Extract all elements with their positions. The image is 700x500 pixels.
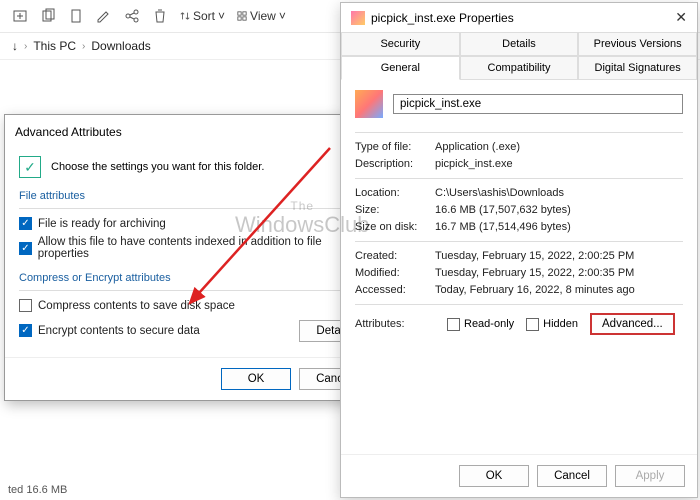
apply-button[interactable]: Apply bbox=[615, 465, 685, 487]
checkbox-readonly-label: Read-only bbox=[464, 318, 514, 330]
file-icon bbox=[355, 90, 383, 118]
ok-button[interactable]: OK bbox=[221, 368, 291, 390]
dialog-title: picpick_inst.exe Properties bbox=[371, 11, 514, 25]
chevron-down-icon: ˅ bbox=[279, 9, 286, 23]
label-description: Description: bbox=[355, 158, 435, 170]
checkbox-hidden-label: Hidden bbox=[543, 318, 578, 330]
value-size: 16.6 MB (17,507,632 bytes) bbox=[435, 204, 683, 216]
label-size: Size: bbox=[355, 204, 435, 216]
dialog-titlebar: Advanced Attributes ✕ bbox=[5, 115, 383, 148]
value-location: C:\Users\ashis\Downloads bbox=[435, 187, 683, 199]
dialog-title: Advanced Attributes bbox=[15, 125, 122, 139]
sort-label: Sort bbox=[193, 9, 215, 23]
dialog-titlebar: picpick_inst.exe Properties ✕ bbox=[341, 3, 697, 32]
tabs-row1: Security Details Previous Versions bbox=[341, 32, 697, 56]
chevron-down-icon: ˅ bbox=[218, 9, 225, 23]
checkmark-icon: ✓ bbox=[19, 156, 41, 178]
divider bbox=[19, 208, 369, 209]
checkbox-indexing[interactable]: ✓ bbox=[19, 242, 32, 255]
checkbox-encrypt-label: Encrypt contents to secure data bbox=[38, 325, 200, 337]
close-icon[interactable]: ✕ bbox=[675, 9, 687, 26]
checkbox-readonly[interactable] bbox=[447, 318, 460, 331]
divider bbox=[19, 290, 369, 291]
delete-icon[interactable] bbox=[152, 8, 168, 24]
filename-input[interactable] bbox=[393, 94, 683, 114]
value-modified: Tuesday, February 15, 2022, 2:00:35 PM bbox=[435, 267, 683, 279]
sort-button[interactable]: Sort˅ bbox=[180, 9, 225, 23]
properties-dialog: picpick_inst.exe Properties ✕ Security D… bbox=[340, 2, 698, 498]
group-compress-encrypt: Compress or Encrypt attributes bbox=[19, 272, 369, 284]
tab-previous-versions[interactable]: Previous Versions bbox=[578, 32, 697, 56]
label-size-on-disk: Size on disk: bbox=[355, 221, 435, 233]
dialog-intro: Choose the settings you want for this fo… bbox=[51, 161, 264, 173]
checkbox-indexing-label: Allow this file to have contents indexed… bbox=[38, 236, 369, 260]
label-attributes: Attributes: bbox=[355, 318, 435, 330]
breadcrumb-thispc[interactable]: This PC bbox=[33, 39, 76, 53]
copy-icon[interactable] bbox=[40, 8, 56, 24]
rename-icon[interactable] bbox=[96, 8, 112, 24]
label-accessed: Accessed: bbox=[355, 284, 435, 296]
chevron-right-icon: › bbox=[82, 41, 85, 52]
label-type: Type of file: bbox=[355, 141, 435, 153]
share-icon[interactable] bbox=[124, 8, 140, 24]
value-size-on-disk: 16.7 MB (17,514,496 bytes) bbox=[435, 221, 683, 233]
new-folder-icon[interactable] bbox=[12, 8, 28, 24]
view-button[interactable]: View˅ bbox=[237, 9, 286, 23]
view-label: View bbox=[250, 9, 276, 23]
checkbox-archiving[interactable]: ✓ bbox=[19, 217, 32, 230]
label-modified: Modified: bbox=[355, 267, 435, 279]
divider bbox=[355, 241, 683, 242]
checkbox-archiving-label: File is ready for archiving bbox=[38, 218, 166, 230]
advanced-button[interactable]: Advanced... bbox=[590, 313, 675, 335]
label-created: Created: bbox=[355, 250, 435, 262]
value-description: picpick_inst.exe bbox=[435, 158, 683, 170]
status-bar: ted 16.6 MB bbox=[0, 480, 75, 500]
tabs-row2: General Compatibility Digital Signatures bbox=[341, 56, 697, 80]
tab-digital-signatures[interactable]: Digital Signatures bbox=[578, 56, 697, 80]
divider bbox=[355, 304, 683, 305]
tab-general[interactable]: General bbox=[341, 56, 460, 80]
divider bbox=[355, 178, 683, 179]
checkbox-compress-label: Compress contents to save disk space bbox=[38, 300, 235, 312]
value-type: Application (.exe) bbox=[435, 141, 683, 153]
value-accessed: Today, February 16, 2022, 8 minutes ago bbox=[435, 284, 683, 296]
group-file-attributes: File attributes bbox=[19, 190, 369, 202]
divider bbox=[355, 132, 683, 133]
checkbox-encrypt[interactable]: ✓ bbox=[19, 324, 32, 337]
cancel-button[interactable]: Cancel bbox=[537, 465, 607, 487]
tab-details[interactable]: Details bbox=[460, 32, 579, 56]
tab-security[interactable]: Security bbox=[341, 32, 460, 56]
tab-compatibility[interactable]: Compatibility bbox=[460, 56, 579, 80]
value-created: Tuesday, February 15, 2022, 2:00:25 PM bbox=[435, 250, 683, 262]
paste-icon[interactable] bbox=[68, 8, 84, 24]
advanced-attributes-dialog: Advanced Attributes ✕ ✓ Choose the setti… bbox=[4, 114, 384, 401]
checkbox-hidden[interactable] bbox=[526, 318, 539, 331]
chevron-right-icon: › bbox=[24, 41, 27, 52]
download-icon: ↓ bbox=[12, 39, 18, 53]
breadcrumb-downloads[interactable]: Downloads bbox=[91, 39, 150, 53]
checkbox-compress[interactable] bbox=[19, 299, 32, 312]
app-icon bbox=[351, 11, 365, 25]
ok-button[interactable]: OK bbox=[459, 465, 529, 487]
label-location: Location: bbox=[355, 187, 435, 199]
